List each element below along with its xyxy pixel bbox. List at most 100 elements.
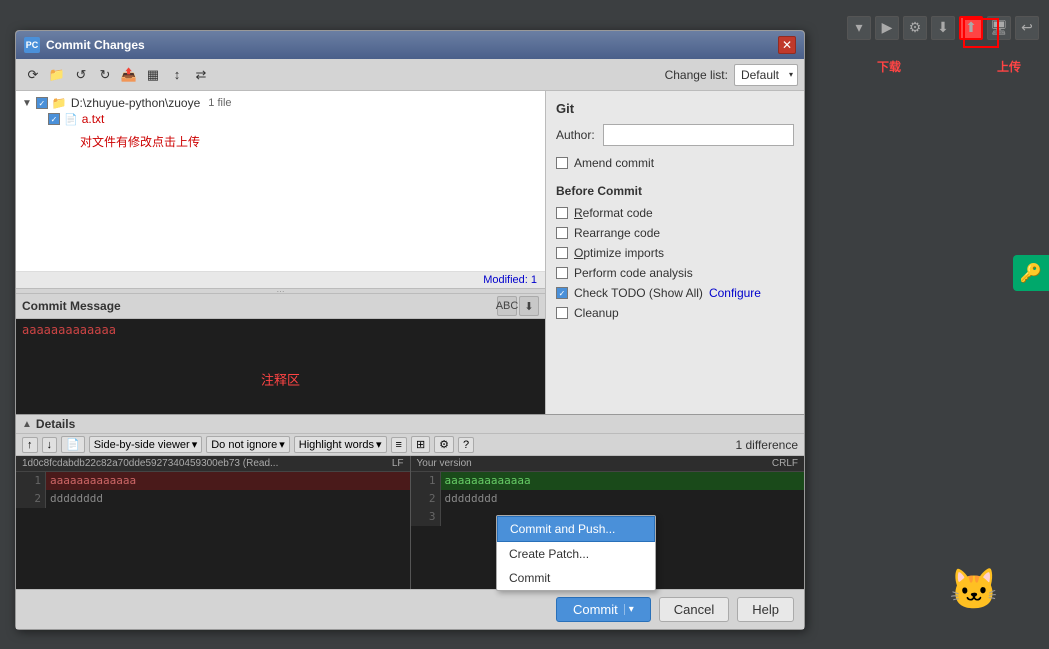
diff-line-neutral-2: 2 dddddddd: [411, 490, 805, 508]
changelist-dropdown[interactable]: Default ▾: [734, 64, 798, 86]
option-row-reformat: Reformat code: [556, 206, 794, 220]
button-bar: Commit and Push... Create Patch... Commi…: [16, 589, 804, 629]
analysis-checkbox[interactable]: [556, 267, 568, 279]
reformat-label: Reformat code: [574, 206, 653, 220]
toolbar-revert-btn[interactable]: ↺: [70, 64, 92, 86]
commit-msg-label: Commit Message: [22, 299, 121, 313]
commit-button[interactable]: Commit ▾: [556, 597, 651, 622]
root-checkbox[interactable]: [36, 97, 48, 109]
commit-dropdown-menu: Commit and Push... Create Patch... Commi…: [496, 515, 656, 591]
modified-bar: Modified: 1: [16, 271, 545, 288]
details-toolbar: ↑ ↓ 📄 Side-by-side viewer ▾ Do not ignor…: [16, 434, 804, 456]
commit-msg-header: Commit Message ABC ⬇: [16, 294, 545, 319]
dialog-close-button[interactable]: ✕: [778, 36, 796, 54]
gear-btn[interactable]: ⚙: [434, 436, 454, 453]
details-header: ▲ Details: [16, 415, 804, 434]
option-row-cleanup: Cleanup: [556, 306, 794, 320]
changelist-area: Change list: Default ▾: [665, 64, 798, 86]
columns-btn[interactable]: ⊞: [411, 436, 430, 453]
amend-checkbox[interactable]: [556, 157, 568, 169]
file-checkbox[interactable]: [48, 113, 60, 125]
toolbar-up-btn[interactable]: 📁: [46, 64, 68, 86]
toolbar-settings-btn[interactable]: ⚙: [903, 16, 927, 40]
ide-toolbar: ▾ ▶ ⚙ ⬇ ⬆ 🖥 ↩: [829, 0, 1049, 55]
commit-dropdown-arrow[interactable]: ▾: [624, 604, 634, 615]
ignore-dropdown[interactable]: Do not ignore ▾: [206, 436, 290, 453]
toolbar-forward-btn[interactable]: ↻: [94, 64, 116, 86]
toolbar-refresh-btn[interactable]: ⟳: [22, 64, 44, 86]
details-panel: ▲ Details ↑ ↓ 📄 Side-by-side viewer ▾ Do…: [16, 414, 804, 589]
details-collapse-btn[interactable]: ▲: [22, 419, 32, 430]
diff-left-panel: 1d0c8fcdabdb22c82a70dde5927340459300eb73…: [16, 456, 410, 589]
diff-settings-btn[interactable]: 📄: [61, 436, 85, 453]
left-panel: ▼ 📁 D:\zhuyue-python\zuoye 1 file 📄 a.tx…: [16, 91, 546, 414]
configure-link[interactable]: Configure: [709, 286, 761, 300]
tree-root-item[interactable]: ▼ 📁 D:\zhuyue-python\zuoye 1 file: [20, 95, 541, 111]
author-input[interactable]: [603, 124, 794, 146]
toolbar-dropdown-btn[interactable]: ▾: [847, 16, 871, 40]
toolbar-screen-btn[interactable]: 🖥: [987, 16, 1011, 40]
tree-file-item[interactable]: 📄 a.txt: [20, 111, 541, 127]
toolbar-upload-btn[interactable]: ⬆: [959, 16, 983, 40]
optimize-checkbox[interactable]: [556, 247, 568, 259]
chinese-note-text: 对文件有修改点击上传: [80, 135, 200, 149]
todo-checkbox[interactable]: [556, 287, 568, 299]
rearrange-label: Rearrange code: [574, 226, 660, 240]
cleanup-checkbox[interactable]: [556, 307, 568, 319]
diff-left-header: 1d0c8fcdabdb22c82a70dde5927340459300eb73…: [16, 456, 410, 472]
reformat-checkbox[interactable]: [556, 207, 568, 219]
commit-only-item[interactable]: Commit: [497, 566, 655, 590]
root-path-label: D:\zhuyue-python\zuoye: [71, 96, 200, 110]
author-row: Author:: [556, 124, 794, 146]
right-panel: Git Author: Amend commit Before Commit R…: [546, 91, 804, 414]
option-row-rearrange: Rearrange code: [556, 226, 794, 240]
commit-and-push-item[interactable]: Commit and Push...: [497, 516, 655, 542]
option-row-analysis: Perform code analysis: [556, 266, 794, 280]
amend-row: Amend commit: [556, 156, 794, 170]
toolbar-run-btn[interactable]: ▶: [875, 16, 899, 40]
toolbar-sort-btn[interactable]: ↕: [166, 64, 188, 86]
rearrange-checkbox[interactable]: [556, 227, 568, 239]
help-button[interactable]: Help: [737, 597, 794, 622]
file-icon: 📄: [64, 113, 78, 126]
commit-msg-container: aaaaaaaaaaaaa 注释区: [16, 319, 545, 414]
toolbar-split-btn[interactable]: ⇄: [190, 64, 212, 86]
viewer-dropdown[interactable]: Side-by-side viewer ▾: [89, 436, 203, 453]
commit-message-input[interactable]: aaaaaaaaaaaaa: [16, 319, 545, 414]
author-label: Author:: [556, 128, 595, 142]
lines-btn[interactable]: ≡: [391, 437, 407, 453]
toolbar-grid-btn[interactable]: ▦: [142, 64, 164, 86]
dialog-titlebar: PC Commit Changes ✕: [16, 31, 804, 59]
up-nav-btn[interactable]: ↑: [22, 437, 38, 453]
amend-label: Amend commit: [574, 156, 654, 170]
analysis-label: Perform code analysis: [574, 266, 693, 280]
chinese-note-area: 对文件有修改点击上传: [20, 133, 541, 150]
create-patch-item[interactable]: Create Patch...: [497, 542, 655, 566]
dialog-title-left: PC Commit Changes: [24, 37, 145, 53]
modified-label: Modified: 1: [483, 274, 537, 286]
folder-icon: 📁: [52, 96, 67, 110]
commit-msg-icon-arrow[interactable]: ⬇: [519, 296, 539, 316]
diff-line-added-1: 1 aaaaaaaaaaaaa: [411, 472, 805, 490]
toolbar-download-btn[interactable]: ⬇: [931, 16, 955, 40]
help-btn[interactable]: ?: [458, 437, 474, 453]
green-action-btn[interactable]: 🔑: [1013, 255, 1049, 291]
changelist-label: Change list:: [665, 68, 728, 82]
dialog-body: ▼ 📁 D:\zhuyue-python\zuoye 1 file 📄 a.tx…: [16, 91, 804, 414]
file-tree: ▼ 📁 D:\zhuyue-python\zuoye 1 file 📄 a.tx…: [16, 91, 545, 271]
option-row-todo: Check TODO (Show All) Configure: [556, 286, 794, 300]
file-count-label: 1 file: [208, 97, 231, 109]
commit-dialog: PC Commit Changes ✕ ⟳ 📁 ↺ ↻ 📤 ▦ ↕ ⇄ Chan…: [15, 30, 805, 630]
down-nav-btn[interactable]: ↓: [42, 437, 58, 453]
toolbar-undo-btn[interactable]: ↩: [1015, 16, 1039, 40]
file-label: a.txt: [82, 112, 105, 126]
cancel-button[interactable]: Cancel: [659, 597, 729, 622]
option-row-optimize: Optimize imports: [556, 246, 794, 260]
toolbar-export-btn[interactable]: 📤: [118, 64, 140, 86]
cleanup-label: Cleanup: [574, 306, 619, 320]
highlight-dropdown[interactable]: Highlight words ▾: [294, 436, 387, 453]
diff-count: 1 difference: [736, 438, 799, 452]
commit-msg-icon-abc[interactable]: ABC: [497, 296, 517, 316]
details-content: 1d0c8fcdabdb22c82a70dde5927340459300eb73…: [16, 456, 804, 589]
optimize-label: Optimize imports: [574, 246, 664, 260]
